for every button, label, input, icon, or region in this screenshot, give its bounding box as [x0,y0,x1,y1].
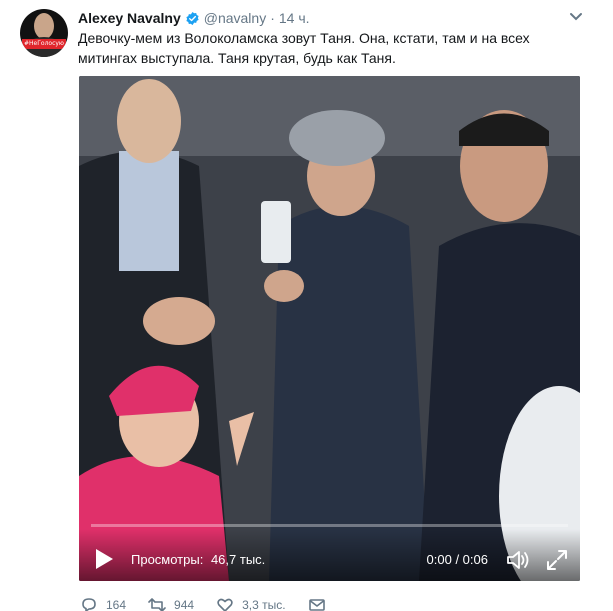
envelope-icon [308,599,325,611]
like-count: 3,3 тыс. [242,598,286,611]
message-action[interactable] [308,597,334,611]
avatar-hashtag: #НеГолосую [22,39,66,49]
tweet-actions: 164 944 3,3 тыс. [80,596,356,611]
play-icon[interactable] [93,547,115,571]
heart-icon [217,598,233,611]
author-name[interactable]: Alexey Navalny [78,10,181,26]
separator-dot: · [270,10,275,26]
views-value: 46,7 тыс. [210,552,266,567]
video-timecode: 0:00 / 0:06 [426,552,488,567]
fullscreen-icon[interactable] [546,549,568,571]
tweet-text: Девочку-мем из Волоколамска зовут Таня. … [78,30,530,66]
view-count: Просмотры: 46,7 тыс. [131,552,265,567]
reply-icon [82,598,96,611]
video-player[interactable]: Просмотры: 46,7 тыс. 0:00 / 0:06 [79,76,580,581]
chevron-down-icon[interactable] [569,12,583,22]
video-controls: Просмотры: 46,7 тыс. 0:00 / 0:06 [79,529,580,581]
tweet-header: Alexey Navalny @navalny · 14 ч. [78,8,310,28]
tweet-card: #НеГолосую Alexey Navalny @navalny · 14 … [0,0,613,611]
video-frame [79,76,580,581]
verified-badge-icon [186,11,199,25]
retweet-count: 944 [174,598,195,611]
retweet-action[interactable]: 944 [148,597,194,611]
avatar[interactable]: #НеГолосую [20,9,68,57]
volume-icon[interactable] [506,549,530,571]
reply-action[interactable]: 164 [80,597,126,611]
tweet-timestamp[interactable]: 14 ч. [279,10,310,26]
avatar-face [34,13,54,39]
like-action[interactable]: 3,3 тыс. [216,597,286,611]
author-handle[interactable]: @navalny [204,10,266,26]
video-progress-bar[interactable] [91,524,568,527]
retweet-icon [148,598,166,611]
views-label: Просмотры: [131,552,204,567]
reply-count: 164 [106,598,127,611]
